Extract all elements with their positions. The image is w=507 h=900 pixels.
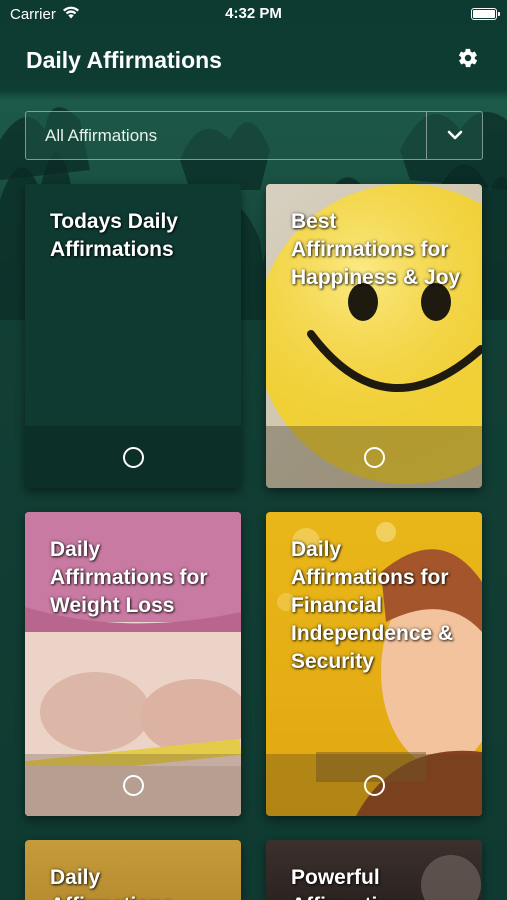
settings-button[interactable] bbox=[455, 47, 481, 73]
dropdown-toggle-button[interactable] bbox=[426, 112, 482, 159]
card-footer bbox=[266, 426, 482, 488]
card-title: Daily Affirmations for Financial Indepen… bbox=[291, 538, 454, 673]
affirmation-card-todays[interactable]: Todays Daily Affirmations bbox=[25, 184, 241, 488]
affirmation-card-weight-loss[interactable]: Daily Affirmations for Weight Loss bbox=[25, 512, 241, 816]
card-title: Daily Affirmations for Weight Loss bbox=[50, 538, 208, 617]
navigation-bar: Daily Affirmations bbox=[0, 28, 507, 92]
circle-icon[interactable] bbox=[363, 446, 385, 468]
circle-icon[interactable] bbox=[363, 774, 385, 796]
circle-icon[interactable] bbox=[122, 774, 144, 796]
card-title: Todays Daily Affirmations bbox=[50, 210, 178, 261]
affirmation-card-happiness[interactable]: Best Affirmations for Happiness & Joy bbox=[266, 184, 482, 488]
dropdown-selected-value: All Affirmations bbox=[45, 125, 158, 145]
gear-icon bbox=[457, 47, 479, 74]
card-title: Daily Affirmations bbox=[50, 866, 174, 900]
card-footer bbox=[25, 754, 241, 816]
affirmation-card-powerful[interactable]: Powerful Affirmations bbox=[266, 840, 482, 900]
card-footer bbox=[266, 754, 482, 816]
affirmation-card-financial[interactable]: Daily Affirmations for Financial Indepen… bbox=[266, 512, 482, 816]
card-title: Best Affirmations for Happiness & Joy bbox=[291, 210, 461, 289]
card-title: Powerful Affirmations bbox=[291, 866, 415, 900]
chevron-down-icon bbox=[447, 127, 463, 145]
affirmation-card-daily[interactable]: Daily Affirmations bbox=[25, 840, 241, 900]
status-time: 4:32 PM bbox=[225, 5, 282, 22]
category-dropdown[interactable]: All Affirmations bbox=[25, 111, 483, 160]
page-title: Daily Affirmations bbox=[26, 46, 222, 73]
card-footer bbox=[25, 426, 241, 488]
circle-icon[interactable] bbox=[122, 446, 144, 468]
